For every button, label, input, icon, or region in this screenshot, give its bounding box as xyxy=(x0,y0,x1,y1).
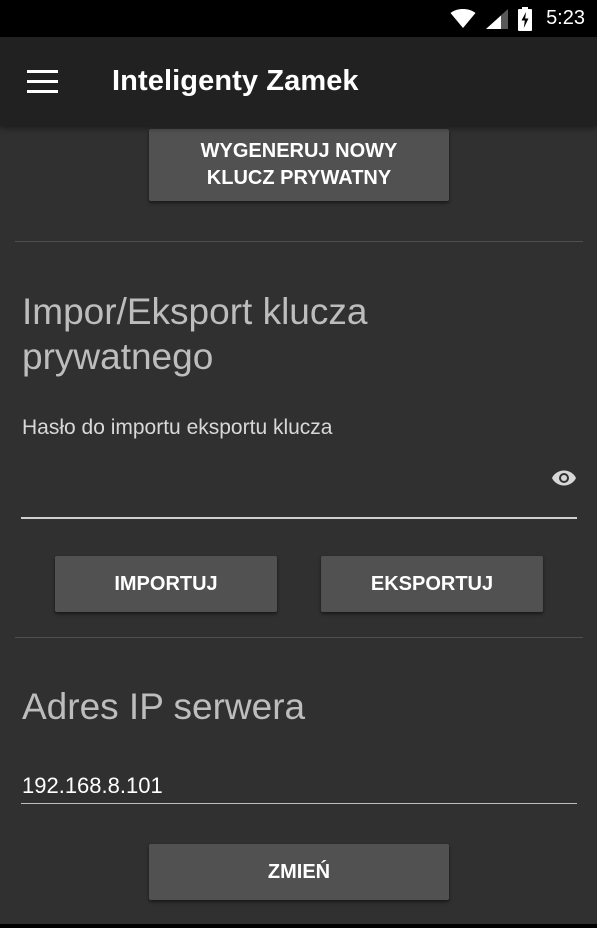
status-icons: 5:23 xyxy=(450,0,585,37)
status-time: 5:23 xyxy=(546,7,585,29)
password-field-label: Hasło do importu eksportu klucza xyxy=(22,416,333,439)
app-title: Inteligenty Zamek xyxy=(112,65,359,97)
export-button[interactable]: EKSPORTUJ xyxy=(321,556,543,612)
server-ip-title: Adres IP serwera xyxy=(22,686,306,727)
bottom-edge xyxy=(0,924,597,928)
cell-signal-icon xyxy=(486,8,509,29)
divider xyxy=(15,637,583,638)
wifi-icon xyxy=(450,8,476,28)
main-content[interactable]: WYGENERUJ NOWY KLUCZ PRYWATNY Impor/Eksp… xyxy=(0,126,597,928)
import-button[interactable]: IMPORTUJ xyxy=(55,556,277,612)
change-ip-button[interactable]: ZMIEŃ xyxy=(149,844,449,900)
app-screen: 5:23 Inteligenty Zamek WYGENERUJ NOWY KL… xyxy=(0,0,597,928)
generate-key-button[interactable]: WYGENERUJ NOWY KLUCZ PRYWATNY xyxy=(149,129,449,201)
app-bar: Inteligenty Zamek xyxy=(0,37,597,126)
divider xyxy=(15,241,583,242)
password-field[interactable] xyxy=(21,456,545,508)
hamburger-menu-icon[interactable] xyxy=(27,70,59,94)
password-field-underline xyxy=(21,517,577,519)
import-export-title: Impor/Eksport klucza prywatnego xyxy=(22,291,368,377)
server-ip-underline xyxy=(21,803,577,804)
status-bar: 5:23 xyxy=(0,0,597,37)
eye-icon[interactable] xyxy=(551,469,577,487)
server-ip-field[interactable]: 192.168.8.101 xyxy=(22,773,163,799)
battery-charging-icon xyxy=(518,6,533,31)
